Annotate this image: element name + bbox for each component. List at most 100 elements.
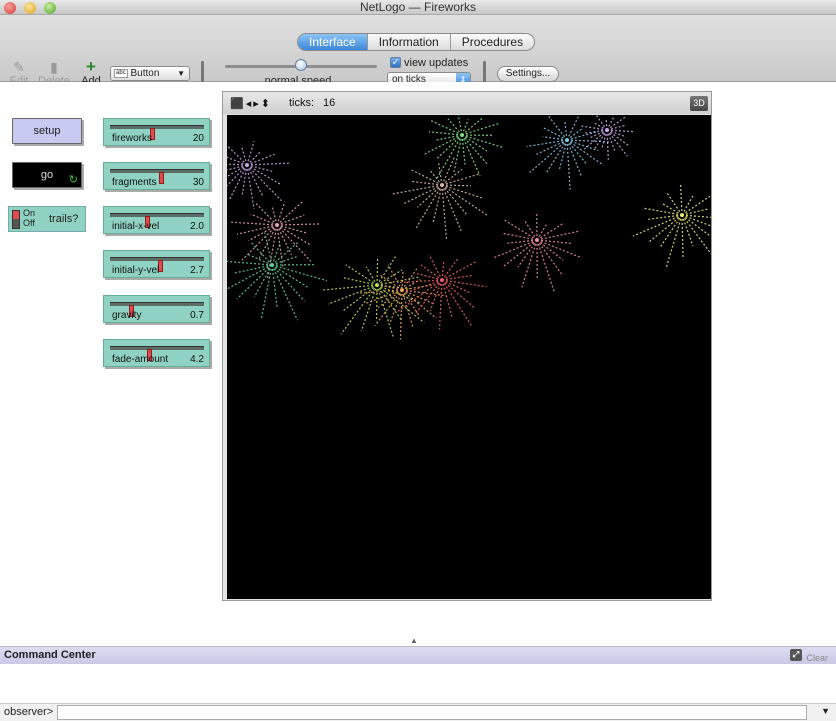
view-updates-checkbox[interactable]: ✓ (390, 57, 401, 68)
firework-streak (442, 174, 479, 185)
firework-streak (502, 233, 537, 240)
switch-track[interactable] (12, 210, 20, 229)
firework-streak (272, 265, 297, 320)
switch-on-label: On (23, 209, 35, 218)
go-button[interactable]: go ↻ (12, 162, 82, 188)
command-input[interactable] (57, 705, 807, 720)
firework-streak (597, 116, 607, 130)
firework-streak (602, 130, 607, 149)
firework-streak (642, 208, 682, 215)
slider-value: 2.0 (190, 221, 204, 232)
slider-value: 4.2 (190, 354, 204, 365)
firework-burst (392, 156, 487, 239)
slider-fade-amount[interactable]: fade-amount 4.2 (103, 339, 210, 367)
firework-streak (377, 255, 397, 285)
firework-streak (377, 259, 378, 285)
dropdown-arrow-icon: ▼ (177, 67, 185, 80)
speed-slider-knob[interactable] (295, 59, 307, 71)
firework-streak (442, 185, 461, 231)
firework-burst (493, 213, 582, 292)
firework-streak (546, 140, 567, 174)
firework-streak (522, 240, 537, 287)
firework-streak (247, 165, 281, 184)
slider-track[interactable] (110, 257, 204, 261)
observer-prompt[interactable]: observer> (4, 706, 53, 718)
splitter-handle-icon[interactable]: ▲ (410, 636, 418, 645)
firework-streak (423, 135, 462, 155)
firework-burst (580, 116, 633, 160)
firework-streak (662, 203, 682, 215)
vertical-arrows-icon[interactable]: ⬍ (261, 98, 272, 110)
slider-initial-y-vel[interactable]: initial-y-vel 2.7 (103, 250, 210, 278)
horizontal-arrows-icon[interactable]: ◂▸ (246, 98, 261, 110)
zoom-icon[interactable]: ⬛ (230, 98, 246, 110)
setup-button[interactable]: setup (12, 118, 82, 144)
firework-streak (682, 196, 693, 215)
firework-streak (403, 185, 442, 204)
slider-track[interactable] (110, 302, 204, 306)
tab-interface[interactable]: Interface (298, 34, 368, 50)
slider-track[interactable] (110, 125, 204, 129)
slider-track[interactable] (110, 213, 204, 217)
expand-icon[interactable]: ⤢ (790, 649, 802, 661)
view-control-bar: ⬛◂▸⬍ ticks: 16 3D (223, 92, 711, 114)
firework-streak (537, 240, 563, 276)
firework-streak (567, 132, 597, 140)
firework-streak (421, 265, 442, 280)
firework-streak (682, 215, 683, 259)
slider-fragments[interactable]: fragments 30 (103, 162, 210, 190)
firework-burst (358, 265, 447, 340)
toolbar: Interface Information Procedures ✎ Edit … (0, 15, 836, 82)
firework-streak (442, 156, 455, 185)
tab-procedures[interactable]: Procedures (451, 34, 534, 50)
minimize-window-icon[interactable] (24, 2, 36, 14)
firework-streak (272, 265, 304, 301)
command-center: Command Center ⤢ Clear observer> ▼ (0, 646, 836, 720)
switch-label: trails? (49, 213, 78, 225)
firework-streak (277, 225, 307, 233)
slider-track[interactable] (110, 169, 204, 173)
settings-button[interactable]: Settings... (497, 66, 559, 82)
widget-type-select[interactable]: abc Button ▼ (110, 66, 190, 81)
slider-knob[interactable] (159, 172, 164, 184)
firework-streak (682, 196, 710, 215)
firework-burst (227, 141, 289, 209)
slider-initial-x-vel[interactable]: initial-x-vel 2.0 (103, 206, 210, 234)
fireworks-display (227, 115, 711, 599)
toolbar-divider (483, 61, 486, 83)
firework-streak (525, 221, 537, 240)
zoom-window-icon[interactable] (44, 2, 56, 14)
close-window-icon[interactable] (4, 2, 16, 14)
slider-gravity[interactable]: gravity 0.7 (103, 295, 210, 323)
switch-thumb[interactable] (13, 211, 19, 219)
command-center-header: Command Center ⤢ Clear (0, 647, 836, 664)
firework-streak (584, 130, 607, 149)
firework-streak (346, 265, 377, 285)
slider-value: 0.7 (190, 310, 204, 321)
firework-streak (344, 278, 377, 285)
command-input-row: observer> ▼ (0, 703, 836, 721)
firework-streak (666, 215, 682, 268)
firework-streak (402, 271, 403, 290)
firework-streak (503, 240, 537, 267)
firework-streak (660, 215, 682, 247)
firework-streak (247, 152, 261, 165)
firework-streak (567, 140, 570, 189)
slider-fireworks[interactable]: fireworks 20 (103, 118, 210, 146)
world-canvas[interactable] (227, 115, 711, 599)
firework-streak (565, 121, 567, 140)
firework-streak (247, 154, 275, 165)
firework-burst (227, 232, 327, 320)
firework-streak (682, 215, 693, 246)
widget-type-value: Button (130, 68, 159, 79)
history-dropdown-icon[interactable]: ▼ (821, 706, 830, 716)
title-bar: NetLogo — Fireworks (0, 0, 836, 15)
3d-view-button[interactable]: 3D (690, 96, 708, 111)
firework-streak (567, 117, 578, 140)
firework-streak (594, 130, 607, 149)
trails-switch[interactable]: On Off trails? (8, 206, 86, 232)
firework-streak (237, 225, 277, 234)
tab-information[interactable]: Information (368, 34, 451, 50)
slider-track[interactable] (110, 346, 204, 350)
firework-streak (537, 240, 554, 292)
